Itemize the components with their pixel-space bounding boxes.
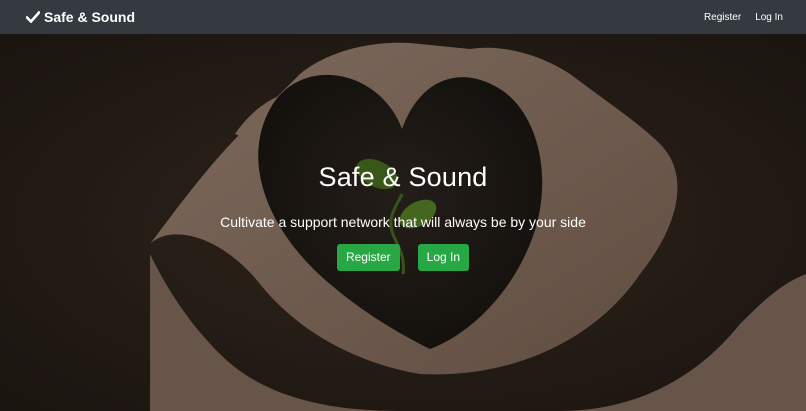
hero-buttons: Register Log In (336, 244, 470, 271)
brand-link[interactable]: Safe & Sound (26, 9, 135, 25)
brand-name: Safe & Sound (44, 9, 136, 25)
register-button[interactable]: Register (336, 244, 400, 271)
nav-login-link[interactable]: Log In (755, 12, 783, 23)
checkmark-icon (26, 11, 40, 23)
nav-register-link[interactable]: Register (704, 12, 741, 23)
nav-links: Register Log In (704, 12, 783, 23)
hero-title: Safe & Sound (318, 162, 488, 192)
login-button[interactable]: Log In (417, 244, 470, 271)
navbar: Safe & Sound Register Log In (0, 0, 806, 34)
hero-content: Safe & Sound Cultivate a support network… (0, 34, 806, 411)
hero-section: Safe & Sound Cultivate a support network… (0, 34, 806, 411)
hero-subtitle: Cultivate a support network that will al… (220, 214, 586, 230)
